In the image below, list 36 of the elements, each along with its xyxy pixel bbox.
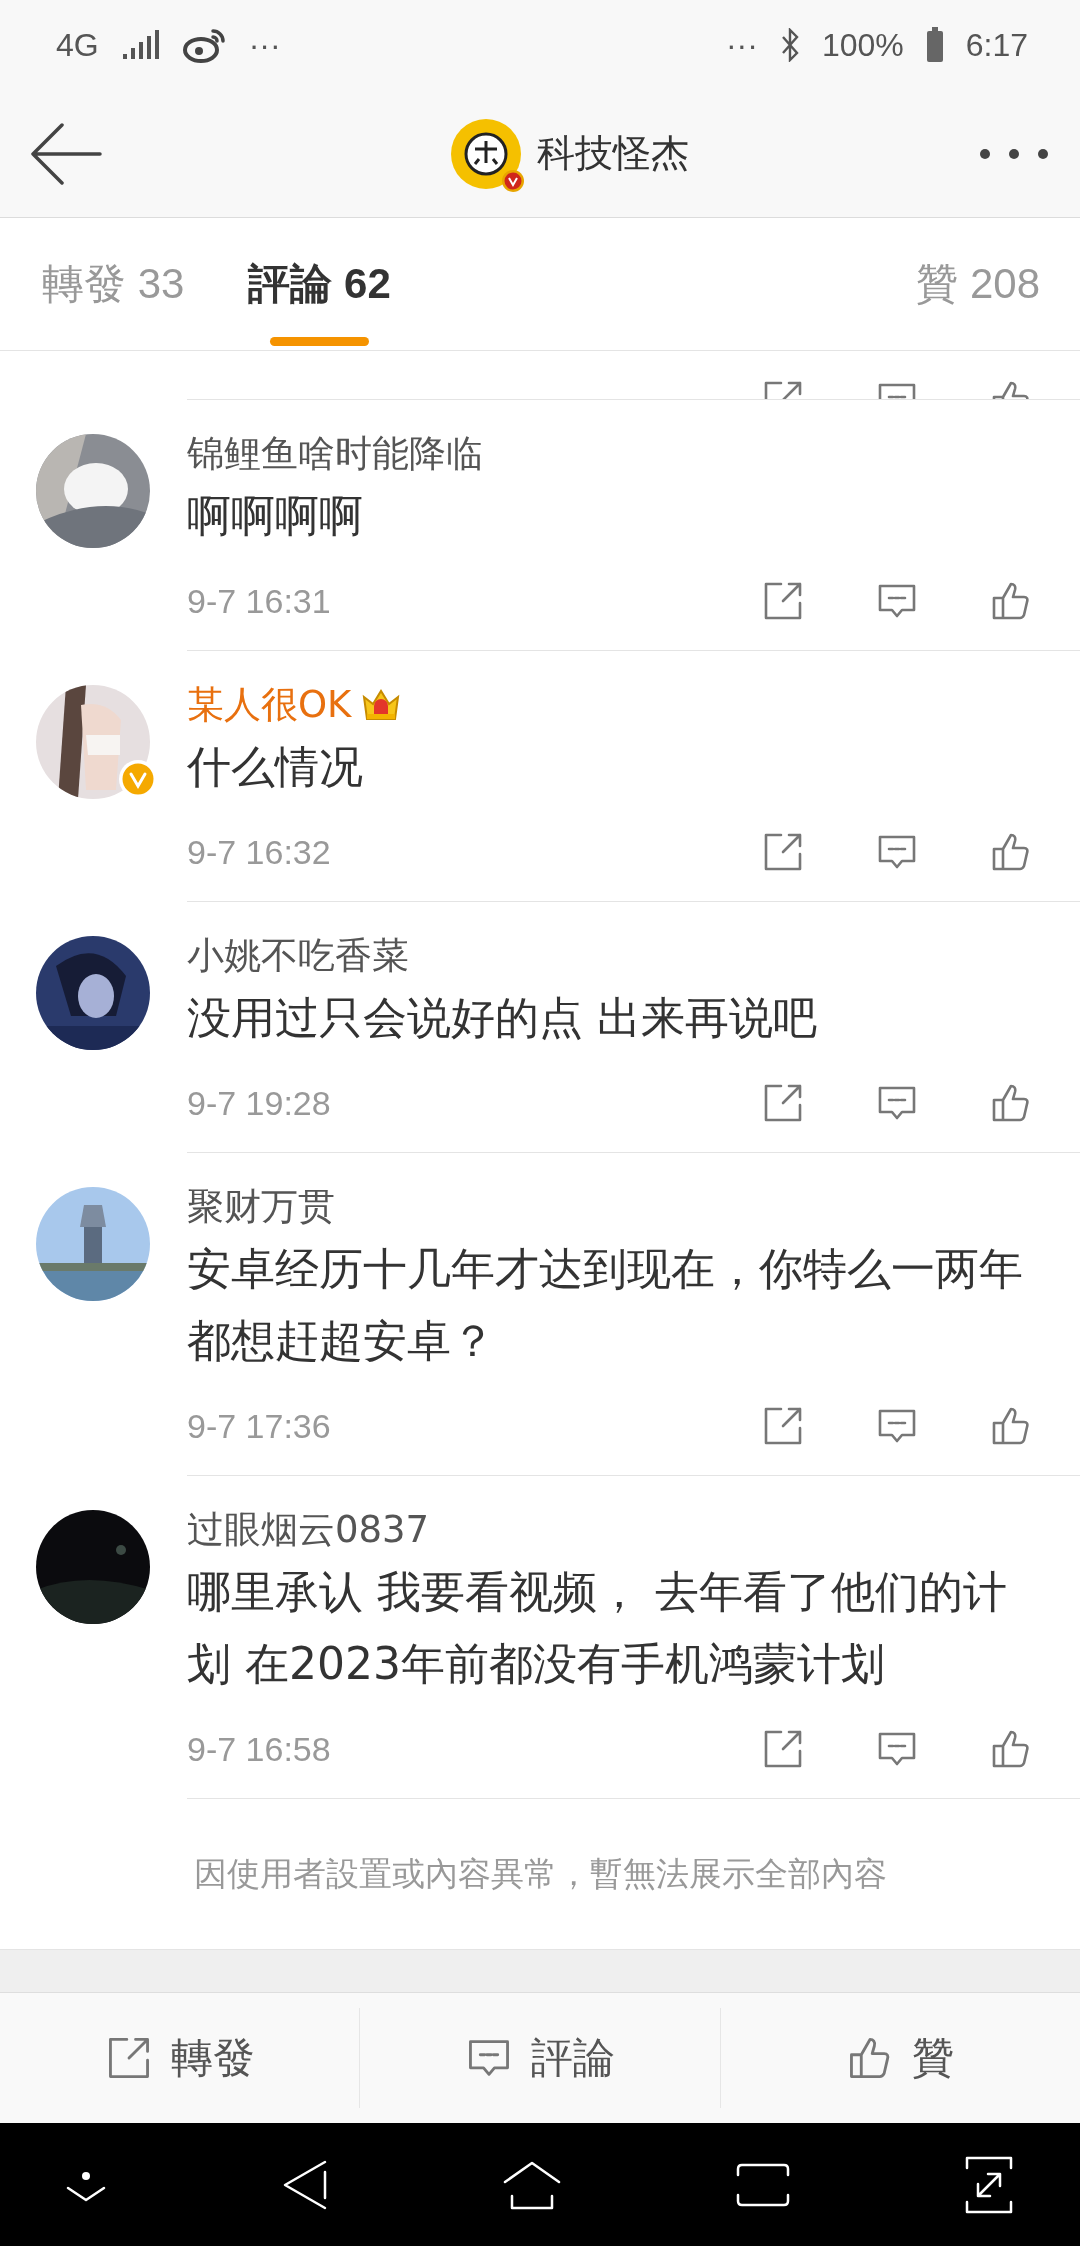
back-icon[interactable] [30, 122, 102, 185]
home-icon[interactable] [502, 2159, 562, 2210]
comment-text: 安卓经历十几年才达到现在，你特么一两年都想赶超安卓？ [187, 1242, 1024, 1368]
rotate-screen-icon[interactable] [964, 2155, 1014, 2214]
action-button[interactable]: 評論 [360, 2008, 721, 2108]
username[interactable]: 过眼烟云0837 [187, 1505, 430, 1555]
comment-text: 什么情况 [187, 740, 364, 794]
comment-text: 啊啊啊啊 [187, 489, 364, 543]
comment-time: 9-7 19:28 [187, 1083, 332, 1123]
comment-time: 9-7 16:58 [187, 1729, 332, 1769]
weibo-icon [182, 27, 227, 63]
username[interactable]: 小姚不吃香菜 [187, 931, 409, 981]
more-indicator: ··· [248, 26, 281, 64]
comment-time: 9-7 17:36 [187, 1406, 332, 1446]
comment-time: 9-7 16:31 [187, 581, 332, 621]
recents-icon[interactable] [736, 2162, 790, 2207]
bluetooth-icon [779, 28, 800, 62]
comment-text: 哪里承认 我要看视频， 去年看了他们的计划 在2023年前都没有手机鸿蒙计划 [187, 1565, 1008, 1691]
action-button[interactable]: 轉發 [0, 2008, 361, 2108]
more-indicator: ··· [725, 26, 758, 64]
tab[interactable]: 評論 62 [248, 236, 391, 332]
action-button[interactable]: 贊 [720, 2008, 1080, 2108]
battery-icon [925, 27, 944, 63]
username[interactable]: 锦鲤鱼啥时能降临 [187, 429, 483, 479]
notice-text: 因使用者設置或內容異常，暫無法展示全部內容 [192, 1852, 888, 1895]
comment-text: 没用过只会说好的点 出来再说吧 [187, 991, 818, 1045]
network-type: 4G [56, 26, 99, 64]
avatar-logo [451, 118, 521, 189]
crown-icon [361, 687, 402, 723]
signal-icon [120, 30, 161, 60]
comment-time: 9-7 16:32 [187, 832, 332, 872]
clock: 6:17 [965, 26, 1028, 64]
battery-percent: 100% [821, 26, 904, 64]
username[interactable]: 聚财万贯 [187, 1182, 335, 1232]
page-title: 科技怪杰 [537, 130, 689, 177]
more-icon[interactable] [978, 146, 1050, 161]
